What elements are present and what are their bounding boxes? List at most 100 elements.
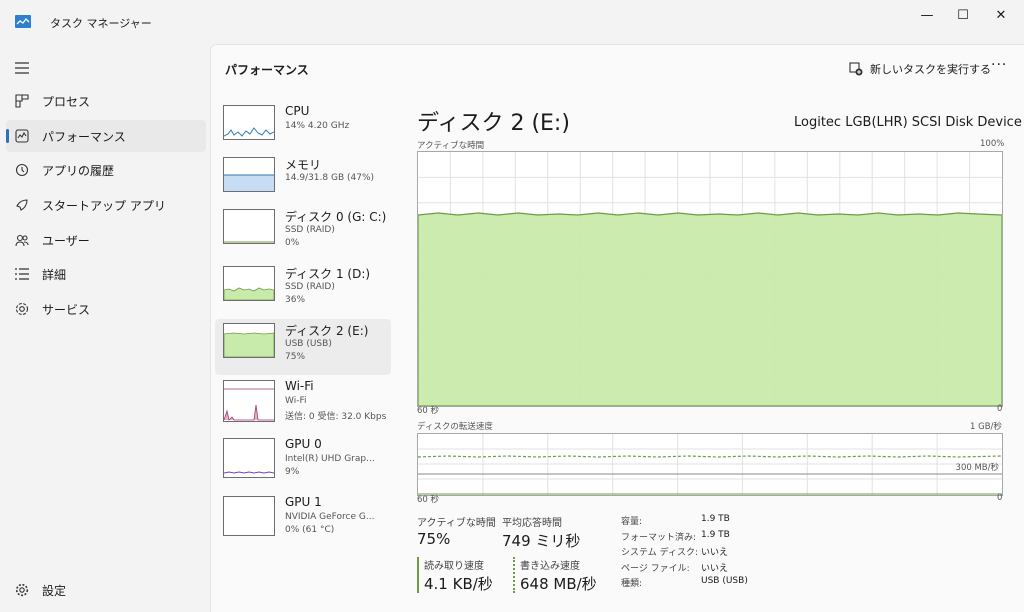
- formatted-value: 1.9 TB: [701, 530, 730, 540]
- transfer-graph-label: ディスクの転送速度: [417, 422, 493, 432]
- device-name: ディスク 0 (G: C:): [285, 210, 387, 224]
- capacity-value: 1.9 TB: [701, 514, 730, 524]
- sidebar-item-label: 詳細: [42, 267, 67, 282]
- graph2-time-left: 60 秒: [417, 495, 440, 505]
- graph1-time-left: 60 秒: [417, 406, 440, 416]
- system-disk-value: いいえ: [701, 548, 729, 558]
- device-detail: Intel(R) UHD Grap...: [285, 454, 375, 464]
- graph2-time-right: 0: [997, 493, 1003, 503]
- device-item-wifi[interactable]: Wi-Fi Wi-Fi 送信: 0 受信: 32.0 Kbps: [215, 376, 391, 432]
- device-item-gpu-0[interactable]: GPU 0 Intel(R) UHD Grap... 9%: [215, 434, 391, 490]
- active-time-graph: [417, 151, 1003, 407]
- read-speed-label: 読み取り速度: [424, 561, 484, 572]
- active-time-value: 75%: [417, 530, 451, 548]
- cpu-thumbnail: [223, 105, 275, 140]
- device-usage: 36%: [285, 295, 306, 305]
- device-item-gpu-1[interactable]: GPU 1 NVIDIA GeForce G... 0% (61 °C): [215, 492, 391, 548]
- type-key: 種類:: [621, 579, 643, 589]
- sidebar-item-label: サービス: [42, 302, 91, 317]
- device-detail: Wi-Fi: [285, 396, 307, 406]
- sidebar-item-label: アプリの履歴: [42, 163, 115, 178]
- device-name: Wi-Fi: [285, 379, 314, 393]
- write-speed-marker: [513, 557, 515, 593]
- transfer-graph-mid: 300 MB/秒: [955, 463, 999, 473]
- sidebar-item-label: パフォーマンス: [42, 129, 126, 144]
- device-usage: 9%: [285, 467, 300, 477]
- startup-icon: [14, 197, 30, 213]
- gear-icon: [14, 582, 30, 598]
- new-task-button[interactable]: 新しいタスクを実行する: [849, 58, 991, 80]
- disk-2-thumbnail: [223, 323, 275, 358]
- device-name: ディスク 1 (D:): [285, 267, 371, 281]
- details-icon: [14, 266, 30, 282]
- gpu-1-thumbnail: [223, 496, 275, 536]
- page-title: パフォーマンス: [225, 63, 309, 77]
- sidebar-item-performance[interactable]: パフォーマンス: [6, 120, 206, 152]
- device-name: メモリ: [285, 158, 322, 172]
- device-item-disk-2[interactable]: ディスク 2 (E:) USB (USB) 75%: [215, 319, 391, 375]
- device-detail: SSD (RAID): [285, 282, 335, 292]
- page-file-value: いいえ: [701, 564, 729, 574]
- device-usage: 0% (61 °C): [285, 525, 335, 535]
- formatted-key: フォーマット済み:: [621, 533, 697, 543]
- users-icon: [14, 232, 30, 248]
- minimize-button[interactable]: —: [910, 4, 944, 26]
- device-detail: SSD (RAID): [285, 225, 335, 235]
- sidebar-item-users[interactable]: ユーザー: [6, 224, 206, 256]
- history-icon: [14, 162, 30, 178]
- active-time-graph-max: 100%: [980, 139, 1005, 149]
- transfer-rate-graph: 300 MB/秒: [417, 433, 1003, 496]
- sidebar-item-services[interactable]: サービス: [6, 293, 206, 325]
- new-task-label: 新しいタスクを実行する: [870, 63, 991, 76]
- wifi-thumbnail: [223, 380, 275, 422]
- page-file-key: ページ ファイル:: [621, 564, 690, 574]
- maximize-button[interactable]: ☐: [946, 4, 980, 26]
- device-detail: 14.9/31.8 GB (47%): [285, 173, 375, 183]
- device-name: ディスク 2 (E:): [285, 324, 369, 338]
- device-throughput: 送信: 0 受信: 32.0 Kbps: [285, 412, 387, 422]
- sidebar: プロセス パフォーマンス アプリの履歴 スタートアップ アプリ ユーザー 詳細: [0, 44, 210, 612]
- system-disk-key: システム ディスク:: [621, 548, 698, 558]
- device-item-memory[interactable]: メモリ 14.9/31.8 GB (47%): [215, 153, 391, 209]
- device-item-disk-1[interactable]: ディスク 1 (D:) SSD (RAID) 36%: [215, 262, 391, 318]
- device-name: CPU: [285, 104, 310, 118]
- hamburger-menu-button[interactable]: [6, 52, 206, 84]
- memory-thumbnail: [223, 157, 275, 192]
- window-title: タスク マネージャー: [50, 17, 152, 30]
- device-name: GPU 1: [285, 495, 322, 509]
- sidebar-item-startup[interactable]: スタートアップ アプリ: [6, 189, 206, 221]
- avg-response-value: 749 ミリ秒: [502, 532, 581, 550]
- services-icon: [14, 301, 30, 317]
- write-speed-label: 書き込み速度: [520, 561, 580, 572]
- task-manager-icon: [14, 14, 32, 30]
- device-usage: 0%: [285, 238, 300, 248]
- write-speed-value: 648 MB/秒: [520, 575, 597, 593]
- disk-0-thumbnail: [223, 209, 275, 244]
- processes-icon: [14, 93, 30, 109]
- device-name: GPU 0: [285, 437, 322, 451]
- performance-icon: [14, 128, 30, 144]
- sidebar-item-processes[interactable]: プロセス: [6, 85, 206, 117]
- capacity-key: 容量:: [621, 517, 643, 527]
- sidebar-item-details[interactable]: 詳細: [6, 258, 206, 290]
- close-button[interactable]: ✕: [984, 4, 1018, 26]
- read-speed-value: 4.1 KB/秒: [424, 575, 493, 593]
- graph1-time-right: 0: [997, 404, 1003, 414]
- main-content: パフォーマンス 新しいタスクを実行する ··· CPU 14% 4.20 GHz…: [210, 44, 1024, 612]
- active-time-label: アクティブな時間: [417, 518, 496, 529]
- disk-1-thumbnail: [223, 266, 275, 301]
- sidebar-item-label: プロセス: [42, 94, 91, 109]
- type-value: USB (USB): [701, 576, 748, 586]
- sidebar-item-settings[interactable]: 設定: [6, 574, 206, 606]
- title-bar: タスク マネージャー — ☐ ✕: [0, 0, 1024, 44]
- gpu-0-thumbnail: [223, 438, 275, 478]
- sidebar-item-label: ユーザー: [42, 233, 90, 248]
- more-options-button[interactable]: ···: [991, 57, 1007, 73]
- transfer-graph-max: 1 GB/秒: [970, 422, 1002, 432]
- sidebar-item-app-history[interactable]: アプリの履歴: [6, 154, 206, 186]
- device-detail: 14% 4.20 GHz: [285, 121, 350, 131]
- device-item-cpu[interactable]: CPU 14% 4.20 GHz: [215, 101, 391, 157]
- disk-model: Logitec LGB(LHR) SCSI Disk Device: [794, 115, 1022, 130]
- device-item-disk-0[interactable]: ディスク 0 (G: C:) SSD (RAID) 0%: [215, 205, 391, 261]
- device-detail: USB (USB): [285, 339, 332, 349]
